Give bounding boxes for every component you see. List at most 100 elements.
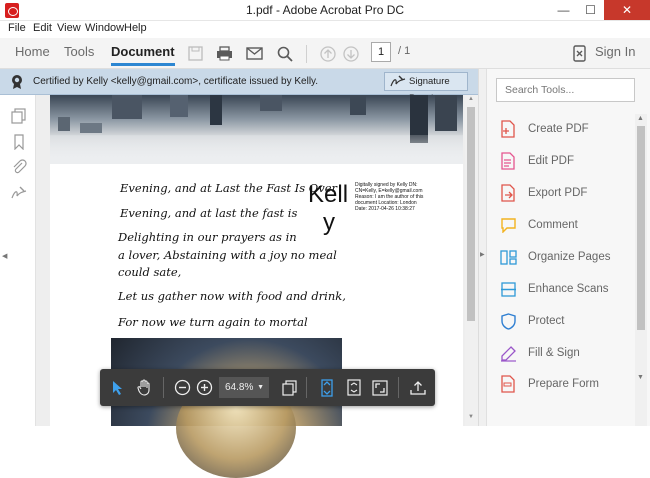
email-icon[interactable] (246, 45, 263, 62)
menu-view[interactable]: View (57, 22, 81, 34)
tool-label: Organize Pages (528, 251, 611, 263)
tool-label: Edit PDF (528, 155, 575, 167)
poem-line-6: Let us gather now with food and drink, (118, 289, 346, 303)
select-cursor-icon[interactable] (108, 378, 127, 397)
organize-pages-icon (499, 248, 517, 266)
title-bar: 1.pdf - Adobe Acrobat Pro DC — ☐ ✕ (0, 0, 650, 21)
minimize-button[interactable]: — (550, 0, 577, 20)
menu-file[interactable]: File (8, 22, 26, 34)
poem-line-3: Delighting in our prayers as in (118, 230, 297, 244)
signature-panel-button[interactable]: Signature Panel (384, 72, 468, 104)
tool-label: Create PDF (528, 123, 589, 135)
full-screen-icon[interactable] (370, 378, 389, 397)
signature-field[interactable]: Kell y (308, 181, 348, 237)
float-divider (163, 377, 164, 398)
scroll-down-icon[interactable]: ▼ (637, 374, 644, 381)
nav-document[interactable]: Document (111, 44, 175, 66)
tools-scrollbar[interactable]: ▲ ▼ (635, 114, 647, 426)
tool-create-pdf[interactable]: Create PDF (499, 120, 639, 140)
chevron-down-icon: ▼ (257, 384, 264, 391)
toolbar-divider (306, 45, 307, 63)
next-page-icon[interactable] (342, 45, 359, 62)
certification-bar: Certified by Kelly <kelly@gmail.com>, ce… (0, 69, 478, 104)
document-scrollbar[interactable]: ▲ ▼ (465, 95, 478, 426)
attachments-icon[interactable] (11, 159, 27, 175)
tool-edit-pdf[interactable]: Edit PDF (499, 152, 639, 172)
export-pdf-icon (499, 184, 517, 202)
search-tools-input[interactable]: Search Tools... (496, 78, 635, 102)
nav-home[interactable]: Home (15, 44, 50, 59)
poem-line-4: a lover, Abstaining with a joy no meal (118, 248, 337, 262)
signature-name-part-1: Kell (308, 181, 349, 208)
nav-tools[interactable]: Tools (64, 44, 94, 59)
certification-text: Certified by Kelly <kelly@gmail.com>, ce… (33, 76, 319, 87)
tool-label: Protect (528, 315, 565, 327)
hand-tool-icon[interactable] (135, 378, 154, 397)
zoom-in-icon[interactable] (195, 378, 214, 397)
menu-bar: File Edit View Window Help (0, 21, 650, 38)
tool-prepare-form[interactable]: Prepare Form (499, 375, 639, 395)
menu-edit[interactable]: Edit (33, 22, 52, 34)
tool-label: Enhance Scans (528, 283, 609, 295)
enhance-scans-icon (499, 280, 517, 298)
bookmarks-icon[interactable] (11, 134, 27, 151)
edit-pdf-icon (499, 152, 517, 170)
tool-organize-pages[interactable]: Organize Pages (499, 248, 639, 268)
tool-label: Fill & Sign (528, 347, 580, 359)
page-thumbnails-icon[interactable] (11, 108, 27, 124)
tool-export-pdf[interactable]: Export PDF (499, 184, 639, 204)
document-scroll-thumb[interactable] (467, 107, 475, 321)
scroll-mode-icon[interactable] (317, 378, 336, 397)
tools-scroll-thumb[interactable] (637, 126, 645, 330)
zoom-level-value: 64.8% (225, 382, 254, 393)
fit-page-icon[interactable] (344, 378, 363, 397)
tool-label: Prepare Form (528, 378, 599, 390)
mobile-link-icon[interactable] (571, 45, 588, 62)
tool-protect[interactable]: Protect (499, 312, 639, 332)
tool-comment[interactable]: Comment (499, 216, 639, 236)
fill-sign-icon (499, 344, 517, 362)
pane-splitter[interactable]: ▶ (479, 69, 487, 426)
poem-line-2: Evening, and at last the fast is (120, 206, 298, 220)
scroll-up-icon[interactable]: ▲ (637, 115, 644, 122)
copy-pages-icon[interactable] (280, 378, 299, 397)
maximize-button[interactable]: ☐ (577, 0, 604, 20)
sign-in-link[interactable]: Sign In (595, 44, 635, 59)
poem-line-1: Evening, and at Last the Fast Is Over (120, 181, 337, 195)
left-navigation-rail: ◀ (0, 95, 36, 426)
page-count: / 1 (398, 45, 411, 57)
tool-label: Export PDF (528, 187, 588, 199)
zoom-out-icon[interactable] (173, 378, 192, 397)
signature-pen-icon (390, 75, 406, 94)
collapse-left-panel-icon[interactable]: ◀ (2, 252, 7, 260)
tools-pane: ▶ Search Tools... Create PDF Edit PDF Ex… (478, 69, 650, 426)
float-divider-3 (398, 377, 399, 398)
menu-help[interactable]: Help (124, 22, 147, 34)
save-icon[interactable] (187, 45, 204, 62)
previous-page-icon[interactable] (319, 45, 336, 62)
zoom-level-select[interactable]: 64.8% ▼ (219, 377, 269, 398)
signature-details: Digitally signed by Kelly DN: CN=Kelly, … (355, 182, 424, 212)
close-button[interactable]: ✕ (604, 0, 650, 20)
upload-share-icon[interactable] (408, 378, 427, 397)
expand-right-icon[interactable]: ▶ (480, 251, 485, 258)
cityscape-header-image (50, 95, 463, 164)
signatures-icon[interactable] (11, 185, 27, 201)
tool-enhance-scans[interactable]: Enhance Scans (499, 280, 639, 300)
tool-fill-sign[interactable]: Fill & Sign (499, 344, 639, 364)
search-icon[interactable] (276, 45, 293, 62)
print-icon[interactable] (216, 45, 233, 62)
main-toolbar: Home Tools Document (0, 38, 650, 69)
comment-icon (499, 216, 517, 234)
float-divider-2 (306, 377, 307, 398)
menu-window[interactable]: Window (85, 22, 124, 34)
tool-label: Comment (528, 219, 578, 231)
create-pdf-icon (499, 120, 517, 138)
poem-line-5: could sate, (118, 265, 182, 279)
protect-icon (499, 312, 517, 330)
poem-line-7: For now we turn again to mortal (118, 315, 308, 329)
prepare-form-icon (499, 375, 517, 393)
floating-page-toolbar: 64.8% ▼ (100, 369, 435, 406)
page-number-input[interactable]: 1 (371, 42, 391, 62)
signature-name-part-2: y (323, 209, 335, 236)
